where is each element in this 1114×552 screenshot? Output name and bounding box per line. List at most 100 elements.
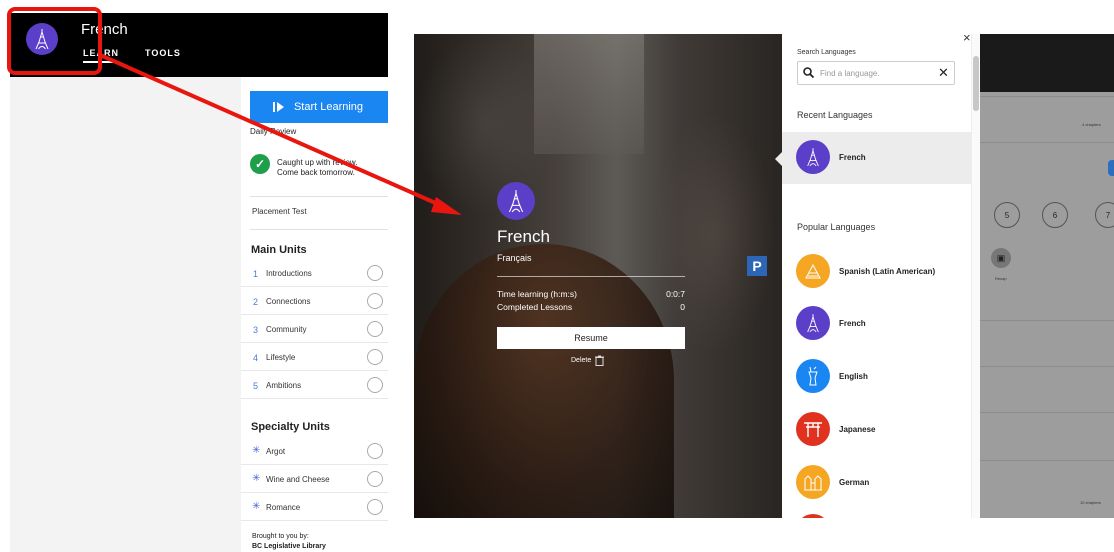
language-option-spanish[interactable]: Spanish (Latin American) bbox=[796, 254, 966, 292]
start-learning-button[interactable]: Start Learning bbox=[250, 91, 388, 123]
pyramid-icon bbox=[796, 254, 830, 288]
daily-review-status: Caught up with review. bbox=[277, 158, 358, 167]
search-input[interactable]: Find a language. ✕ bbox=[797, 61, 955, 85]
language-option-japanese[interactable]: Japanese bbox=[796, 412, 966, 450]
language-option: French bbox=[796, 140, 966, 178]
daily-review-label: Daily Review bbox=[250, 127, 297, 136]
unit-row-lifestyle[interactable]: 4 Lifestyle bbox=[241, 343, 388, 371]
sparkle-icon: ✳ bbox=[252, 473, 261, 484]
placement-test-link[interactable]: Placement Test bbox=[252, 207, 307, 216]
chapter-button[interactable]: 7 bbox=[1095, 202, 1114, 228]
close-icon[interactable]: × bbox=[963, 30, 971, 45]
popular-languages-heading: Popular Languages bbox=[797, 222, 876, 232]
scrollbar[interactable] bbox=[971, 34, 980, 518]
resume-button[interactable]: Resume bbox=[497, 327, 685, 349]
unit-name: Lifestyle bbox=[266, 353, 296, 362]
recap-label: Recap bbox=[995, 276, 1007, 281]
eiffel-tower-icon bbox=[796, 306, 830, 340]
parking-sign: P bbox=[747, 256, 767, 276]
language-detail-panel: P French Français Time learning (h:m:s) … bbox=[414, 34, 782, 518]
recent-language-french[interactable]: French bbox=[782, 132, 972, 184]
search-placeholder: Find a language. bbox=[820, 69, 880, 78]
progress-circle-icon bbox=[367, 471, 383, 487]
chapter-button[interactable]: 5 bbox=[994, 202, 1020, 228]
unit-name: Introductions bbox=[266, 269, 312, 278]
course-column: Start Learning Daily Review ✓ Caught up … bbox=[241, 77, 388, 552]
course-panel: French LEARN TOOLS Start Learning Daily … bbox=[10, 13, 388, 552]
divider bbox=[980, 96, 1114, 97]
dimmed-header bbox=[980, 34, 1114, 92]
search-label: Search Languages bbox=[797, 49, 856, 56]
sparkle-icon: ✳ bbox=[252, 445, 261, 456]
daily-review-hint: Come back tomorrow. bbox=[277, 168, 355, 177]
start-learning-label: Start Learning bbox=[293, 101, 364, 113]
chapters-count: 10 chapters bbox=[1080, 500, 1101, 505]
clear-search-icon[interactable]: ✕ bbox=[938, 65, 949, 81]
unit-row-connections[interactable]: 2 Connections bbox=[241, 287, 388, 315]
recap-icon[interactable]: ▣ bbox=[991, 248, 1011, 268]
main-units-title: Main Units bbox=[251, 244, 307, 256]
progress-marker bbox=[1108, 160, 1114, 176]
unit-row-argot[interactable]: ✳ Argot bbox=[241, 437, 388, 465]
divider bbox=[497, 276, 685, 277]
dimmed-background-panel: 4 chapters 5 6 7 ▣ Recap 10 chapters bbox=[980, 34, 1114, 518]
unit-name: Ambitions bbox=[266, 381, 302, 390]
progress-circle-icon bbox=[367, 265, 383, 281]
divider bbox=[980, 142, 1114, 143]
unit-row-wine-and-cheese[interactable]: ✳ Wine and Cheese bbox=[241, 465, 388, 493]
brought-by-label: Brought to you by: bbox=[252, 533, 309, 540]
play-icon bbox=[272, 102, 284, 112]
completed-lessons-label: Completed Lessons bbox=[497, 302, 573, 312]
unit-name: Wine and Cheese bbox=[266, 475, 330, 484]
chapter-button[interactable]: 6 bbox=[1042, 202, 1068, 228]
trash-icon bbox=[595, 355, 605, 366]
unit-name: Community bbox=[266, 325, 307, 334]
progress-circle-icon bbox=[367, 443, 383, 459]
unit-name: Romance bbox=[266, 503, 301, 512]
tab-tools[interactable]: TOOLS bbox=[145, 48, 181, 58]
language-name: Japanese bbox=[839, 425, 876, 434]
language-option-french[interactable]: French bbox=[796, 306, 966, 344]
library-name: BC Legislative Library bbox=[252, 543, 326, 550]
sparkle-icon: ✳ bbox=[252, 501, 261, 512]
divider bbox=[250, 196, 388, 197]
highlight-box bbox=[7, 7, 102, 75]
time-learning-label: Time learning (h:m:s) bbox=[497, 289, 577, 299]
unit-name: Argot bbox=[266, 447, 286, 456]
time-learning-value: 0:0:7 bbox=[666, 289, 685, 299]
unit-row-romance[interactable]: ✳ Romance bbox=[241, 493, 388, 521]
divider bbox=[980, 412, 1114, 413]
popover-pointer bbox=[775, 152, 782, 166]
checkmark-icon: ✓ bbox=[250, 154, 270, 174]
progress-circle-icon bbox=[367, 499, 383, 515]
language-native-name: Français bbox=[497, 253, 532, 263]
unit-number: 2 bbox=[253, 297, 259, 307]
specialty-units-title: Specialty Units bbox=[251, 421, 330, 433]
language-picker: Search Languages Find a language. ✕ Rece… bbox=[782, 34, 972, 518]
language-option-english[interactable]: English bbox=[796, 359, 966, 397]
unit-row-community[interactable]: 3 Community bbox=[241, 315, 388, 343]
delete-button[interactable]: Delete bbox=[571, 355, 605, 366]
unit-number: 3 bbox=[253, 325, 259, 335]
progress-circle-icon bbox=[367, 293, 383, 309]
scrollbar-thumb[interactable] bbox=[973, 56, 979, 111]
language-name: Spanish (Latin American) bbox=[839, 267, 936, 276]
divider bbox=[980, 320, 1114, 321]
language-option-german[interactable]: German bbox=[796, 465, 966, 503]
progress-circle-icon bbox=[367, 377, 383, 393]
next-language-icon bbox=[796, 514, 830, 518]
statue-of-liberty-icon bbox=[796, 359, 830, 393]
progress-circle-icon bbox=[367, 321, 383, 337]
delete-label: Delete bbox=[571, 357, 592, 364]
unit-number: 1 bbox=[253, 269, 259, 279]
completed-lessons-stat: Completed Lessons 0 bbox=[497, 302, 685, 312]
unit-name: Connections bbox=[266, 297, 311, 306]
torii-gate-icon bbox=[796, 412, 830, 446]
unit-row-ambitions[interactable]: 5 Ambitions bbox=[241, 371, 388, 399]
language-name: English bbox=[839, 372, 868, 381]
divider bbox=[980, 460, 1114, 461]
language-name: French bbox=[839, 153, 866, 162]
language-name: French bbox=[839, 319, 866, 328]
unit-row-introductions[interactable]: 1 Introductions bbox=[241, 259, 388, 287]
recent-languages-heading: Recent Languages bbox=[797, 110, 873, 120]
